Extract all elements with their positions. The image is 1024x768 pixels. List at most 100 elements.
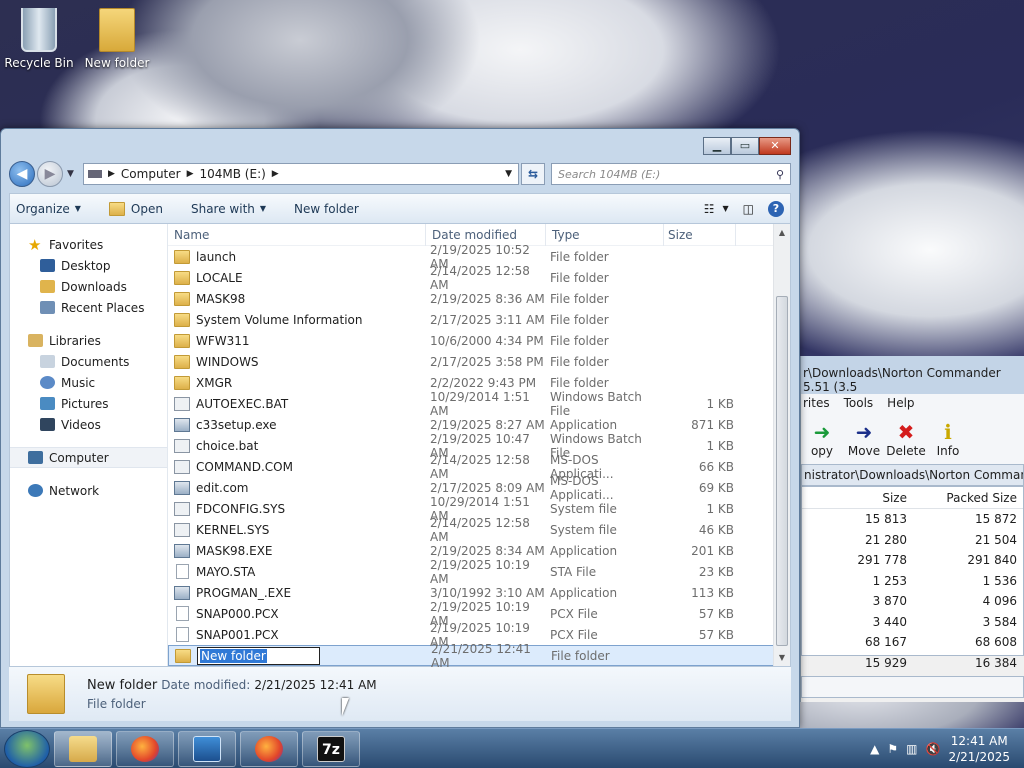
breadcrumb-drive[interactable]: 104MB (E:)	[200, 167, 266, 181]
scroll-up-icon[interactable]: ▲	[774, 228, 790, 237]
open-button[interactable]: Open	[108, 201, 163, 216]
nc-menu-favorites[interactable]: rites	[803, 396, 830, 410]
organize-button[interactable]: Organize ▼	[16, 202, 81, 216]
taskbar-explorer[interactable]	[54, 730, 112, 767]
system-tray: ▲ ⚑ ▥ 🔇 12:41 AM 2/21/2025	[870, 733, 1024, 765]
forward-button[interactable]: ▶	[37, 161, 63, 187]
nc-menu-help[interactable]: Help	[887, 396, 914, 410]
taskbar-monitor[interactable]	[178, 730, 236, 767]
file-icon	[174, 501, 190, 516]
nav-downloads[interactable]: Downloads	[10, 276, 167, 297]
col-size[interactable]: Size	[664, 223, 736, 246]
breadcrumb-arrow-icon[interactable]: ▶	[272, 169, 279, 179]
cell-type: STA File	[550, 564, 597, 579]
nc-delete-button[interactable]: ✖ Delete	[885, 420, 927, 458]
scroll-thumb[interactable]	[776, 296, 788, 646]
nc-move-button[interactable]: ➜ Move	[843, 420, 885, 458]
nc-col-size[interactable]: Size	[803, 491, 913, 505]
explorer-window[interactable]: ▁ ▭ ✕ ◀ ▶ ▼ ▶ Computer ▶ 104MB (E:) ▶ ▼ …	[0, 128, 800, 728]
taskbar-firefox[interactable]	[116, 730, 174, 767]
title-bar[interactable]: ▁ ▭ ✕	[1, 129, 799, 165]
vertical-scrollbar[interactable]: ▲ ▼	[773, 224, 790, 666]
table-row-new-folder[interactable]: New folder 2/21/2025 12:41 AM File folde…	[168, 642, 790, 670]
nc-copy-button[interactable]: ➜ opy	[801, 420, 843, 458]
file-list[interactable]: Name Date modified Type Size launch 2/19/…	[168, 223, 790, 670]
nc-info-button[interactable]: ℹ Info	[927, 420, 969, 458]
view-options-icon[interactable]: ☷	[704, 202, 715, 216]
share-with-button[interactable]: Share with ▼	[191, 202, 266, 216]
nav-music[interactable]: Music	[10, 372, 167, 393]
nc-scrollbar[interactable]	[801, 676, 1024, 698]
recent-pages-dropdown[interactable]: ▼	[67, 169, 79, 179]
address-dropdown-icon[interactable]: ▼	[505, 169, 512, 179]
preview-pane-icon[interactable]: ◫	[743, 202, 754, 216]
col-type[interactable]: Type	[546, 223, 664, 246]
nav-network[interactable]: Network	[10, 480, 167, 501]
refresh-button[interactable]: ⇆	[521, 163, 545, 185]
nav-documents[interactable]: Documents	[10, 351, 167, 372]
table-row[interactable]: WINDOWS 2/17/2025 3:58 PM File folder	[168, 351, 790, 372]
action-center-flag-icon[interactable]: ⚑	[887, 742, 898, 756]
table-row[interactable]: LOCALE 2/14/2025 12:58 AM File folder	[168, 264, 790, 292]
nc-list-row[interactable]: 21 280 21 504	[802, 530, 1023, 551]
nc-list-row[interactable]: 3 440 3 584	[802, 612, 1023, 633]
nav-pictures[interactable]: Pictures	[10, 393, 167, 414]
back-button[interactable]: ◀	[9, 161, 35, 187]
nav-libraries[interactable]: Libraries	[10, 330, 167, 351]
breadcrumb-arrow-icon[interactable]: ▶	[108, 169, 115, 179]
nc-col-packed[interactable]: Packed Size	[913, 491, 1023, 505]
nc-file-list[interactable]: Size Packed Size 15 813 15 872 21 280 21 50…	[801, 486, 1024, 670]
table-row[interactable]: MASK98 2/19/2025 8:36 AM File folder	[168, 288, 790, 309]
nav-desktop[interactable]: Desktop	[10, 255, 167, 276]
breadcrumb-computer[interactable]: Computer	[121, 167, 181, 181]
desktop-icon-new-folder[interactable]: New folder	[81, 8, 153, 70]
search-input[interactable]: Search 104MB (E:) ⚲	[551, 163, 791, 185]
table-row[interactable]: AUTOEXEC.BAT 10/29/2014 1:51 AM Windows Ba…	[168, 390, 790, 418]
desktop-icon-recycle-bin[interactable]: Recycle Bin	[3, 8, 75, 70]
nc-list-row[interactable]: 68 167 68 608	[802, 632, 1023, 653]
taskbar-firefox-2[interactable]	[240, 730, 298, 767]
firefox-icon	[255, 735, 283, 762]
cell-name: MASK98.EXE	[168, 543, 426, 558]
help-icon[interactable]: ?	[768, 200, 784, 217]
clock[interactable]: 12:41 AM 2/21/2025	[948, 733, 1010, 765]
nav-recent-places[interactable]: Recent Places	[10, 297, 167, 318]
cell-name: SNAP000.PCX	[168, 606, 426, 621]
table-row[interactable]: WFW311 10/6/2000 4:34 PM File folder	[168, 330, 790, 351]
rename-input[interactable]: New folder	[197, 646, 320, 665]
close-button[interactable]: ✕	[759, 137, 791, 155]
start-button[interactable]	[4, 729, 50, 768]
table-row[interactable]: KERNEL.SYS 2/14/2025 12:58 AM System file 4…	[168, 516, 790, 544]
table-row[interactable]: System Volume Information 2/17/2025 3:11 …	[168, 309, 790, 330]
nc-list-row[interactable]: 291 778 291 840	[802, 550, 1023, 571]
nc-list-row[interactable]: 15 813 15 872	[802, 509, 1023, 530]
network-tray-icon[interactable]: ▥	[906, 742, 917, 756]
nav-favorites[interactable]: ★ Favorites	[10, 234, 167, 255]
cell-name: FDCONFIG.SYS	[168, 501, 426, 516]
monitor-icon	[193, 735, 221, 762]
move-icon: ➜	[855, 420, 873, 444]
col-name[interactable]: Name	[168, 223, 426, 246]
nc-title: r\Downloads\Norton Commander 5.51 (3.5	[801, 356, 1024, 394]
volume-muted-icon[interactable]: 🔇	[926, 742, 941, 756]
breadcrumb-arrow-icon[interactable]: ▶	[187, 169, 194, 179]
address-row: ◀ ▶ ▼ ▶ Computer ▶ 104MB (E:) ▶ ▼ ⇆ Sear…	[9, 161, 791, 187]
table-row[interactable]: COMMAND.COM 2/14/2025 12:58 AM MS-DOS Appl…	[168, 453, 790, 481]
nc-list-row[interactable]: 1 253 1 536	[802, 571, 1023, 592]
address-bar[interactable]: ▶ Computer ▶ 104MB (E:) ▶ ▼	[83, 163, 519, 185]
folder-icon	[175, 648, 191, 663]
scroll-down-icon[interactable]: ▼	[774, 653, 790, 662]
nav-computer[interactable]: Computer	[10, 447, 167, 468]
chevron-down-icon[interactable]: ▼	[723, 204, 729, 213]
nav-videos[interactable]: Videos	[10, 414, 167, 435]
table-row[interactable]: MAYO.STA 2/19/2025 10:19 AM STA File 23 KB	[168, 558, 790, 586]
show-hidden-icons-icon[interactable]: ▲	[870, 742, 879, 756]
nc-menu-tools[interactable]: Tools	[844, 396, 874, 410]
nc-list-row[interactable]: 3 870 4 096	[802, 591, 1023, 612]
taskbar-7zip[interactable]: 7z	[302, 730, 360, 767]
norton-commander-window[interactable]: r\Downloads\Norton Commander 5.51 (3.5 r…	[800, 356, 1024, 702]
new-folder-button[interactable]: New folder	[294, 202, 359, 216]
maximize-button[interactable]: ▭	[731, 137, 759, 155]
minimize-button[interactable]: ▁	[703, 137, 731, 155]
nc-list-row[interactable]: 15 929 16 384	[802, 653, 1023, 674]
